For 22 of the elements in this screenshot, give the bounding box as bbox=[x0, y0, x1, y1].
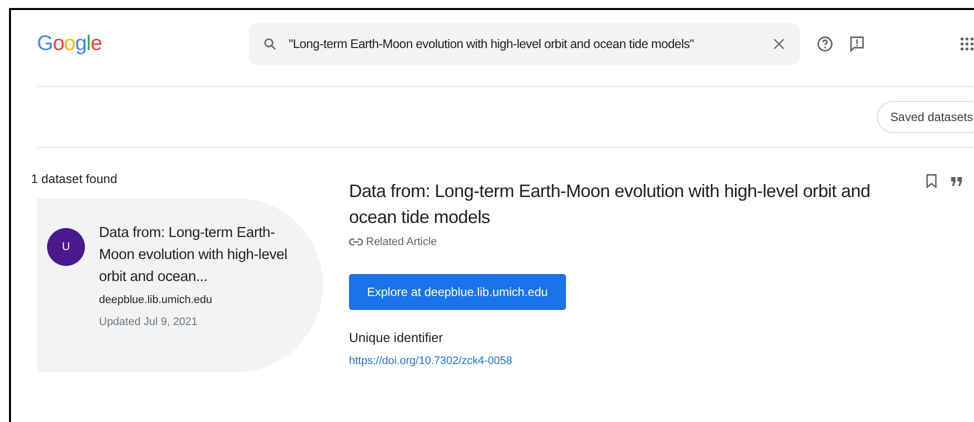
link-icon bbox=[349, 237, 363, 247]
search-field[interactable]: "Long-term Earth-Moon evolution with high-level orbit and ocean tide models" bbox=[248, 23, 800, 65]
google-logo[interactable]: Google bbox=[37, 32, 249, 56]
dataset-source: deepblue.lib.umich.edu bbox=[99, 294, 214, 306]
dataset-card[interactable]: U Data from: Long-term Earth-Moon evolution with high-level orbit and ocean... deepblue.lib.umich.edu Updated Jul 9, 2021 bbox=[37, 198, 323, 372]
search-icon bbox=[262, 37, 277, 51]
saved-datasets-button[interactable]: Saved datasets bbox=[877, 101, 974, 133]
quote-icon[interactable] bbox=[951, 176, 962, 186]
dataset-title: Data from: Long-term Earth-Moon evolution with high-level orbit and ocean... bbox=[99, 224, 288, 287]
avatar: U bbox=[47, 228, 85, 266]
identifier-label: Unique identifier bbox=[349, 330, 444, 345]
updated-date: Updated Jul 9, 2021 bbox=[99, 316, 198, 328]
dataset-heading: Data from: Long-term Earth-Moon evolution with high-level orbit and ocean tide models bbox=[349, 180, 872, 229]
doi-link[interactable]: https://doi.org/10.7302/zck4-0058 bbox=[349, 355, 512, 367]
result-count: 1 dataset found bbox=[31, 172, 118, 186]
related-article-link[interactable]: Related Article bbox=[366, 236, 437, 248]
apps-grid-icon[interactable] bbox=[960, 37, 974, 51]
explore-button[interactable]: Explore at deepblue.lib.umich.edu bbox=[349, 274, 566, 310]
close-button[interactable] bbox=[772, 37, 786, 51]
bookmark-icon[interactable] bbox=[926, 174, 937, 188]
feedback-icon[interactable] bbox=[848, 35, 866, 53]
help-icon[interactable] bbox=[816, 35, 834, 53]
